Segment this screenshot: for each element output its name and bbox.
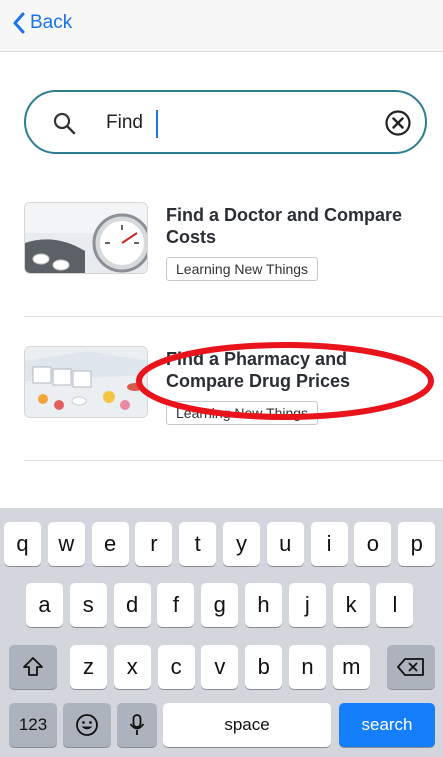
shift-key[interactable] — [9, 645, 57, 689]
result-title[interactable]: Find a Pharmacy and Compare Drug Prices — [166, 348, 416, 392]
chevron-left-icon — [13, 12, 25, 34]
key-h[interactable]: h — [245, 583, 282, 627]
backspace-key[interactable] — [387, 645, 435, 689]
key-k[interactable]: k — [332, 583, 370, 627]
on-screen-keyboard: qwertyuiop asdfghjkl zxcvbnm 123 space s… — [0, 508, 443, 757]
key-m[interactable]: m — [332, 645, 370, 689]
back-label: Back — [30, 12, 73, 33]
key-u[interactable]: u — [266, 522, 304, 566]
key-x[interactable]: x — [113, 645, 151, 689]
key-w[interactable]: w — [47, 522, 85, 566]
key-c[interactable]: c — [157, 645, 195, 689]
result-thumbnail — [24, 346, 148, 418]
key-t[interactable]: t — [179, 522, 217, 566]
back-button[interactable]: Back — [12, 12, 72, 34]
category-tag: Learning New Things — [166, 401, 319, 425]
search-key[interactable]: search — [339, 703, 435, 747]
backspace-icon — [397, 658, 424, 676]
text-cursor — [156, 110, 158, 138]
result-thumbnail — [24, 202, 148, 274]
key-j[interactable]: j — [288, 583, 326, 627]
emoji-icon — [76, 714, 98, 736]
key-l[interactable]: l — [376, 583, 414, 627]
search-bar[interactable] — [24, 90, 427, 154]
space-key[interactable]: space — [163, 703, 331, 747]
key-n[interactable]: n — [289, 645, 326, 689]
search-icon — [53, 112, 76, 135]
key-i[interactable]: i — [310, 522, 348, 566]
shift-icon — [23, 657, 43, 676]
emoji-key[interactable] — [63, 703, 111, 747]
key-o[interactable]: o — [354, 522, 392, 566]
key-q[interactable]: q — [4, 522, 41, 566]
category-tag: Learning New Things — [166, 257, 319, 281]
key-s[interactable]: s — [69, 583, 107, 627]
key-d[interactable]: d — [113, 583, 151, 627]
result-item[interactable]: Find a Doctor and Compare Costs Learning… — [0, 185, 443, 315]
key-b[interactable]: b — [245, 645, 283, 689]
dictation-key[interactable] — [117, 703, 157, 747]
result-item[interactable]: Find a Pharmacy and Compare Drug Prices … — [0, 316, 443, 446]
navigation-bar: Back — [0, 0, 443, 52]
key-g[interactable]: g — [201, 583, 239, 627]
divider — [24, 460, 443, 461]
key-v[interactable]: v — [201, 645, 239, 689]
key-a[interactable]: a — [26, 583, 63, 627]
key-f[interactable]: f — [157, 583, 195, 627]
clear-icon[interactable] — [384, 109, 412, 137]
key-r[interactable]: r — [135, 522, 173, 566]
numbers-key[interactable]: 123 — [9, 703, 57, 747]
key-z[interactable]: z — [70, 645, 107, 689]
result-title[interactable]: Find a Doctor and Compare Costs — [166, 204, 416, 248]
key-e[interactable]: e — [91, 522, 129, 566]
microphone-icon — [129, 714, 145, 735]
key-y[interactable]: y — [223, 522, 260, 566]
search-input[interactable] — [106, 106, 376, 140]
key-p[interactable]: p — [398, 522, 436, 566]
